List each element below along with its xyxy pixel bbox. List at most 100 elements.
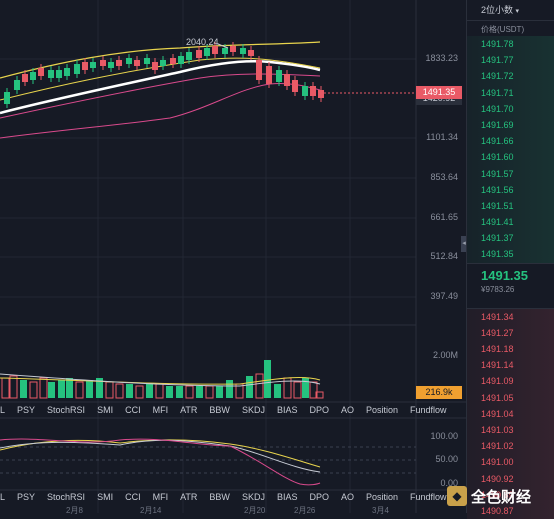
volume-bar (39, 377, 48, 399)
indicator-tab[interactable]: StochRSI (41, 403, 91, 417)
candle-body (22, 74, 28, 82)
last-price: 1491.35 (481, 267, 528, 283)
ma-pink-line (0, 83, 321, 139)
current-price-tag: 1491.35 (416, 86, 462, 99)
volume-bar (20, 380, 27, 398)
volume-bar (86, 380, 93, 398)
osc-pink-line (0, 438, 321, 486)
volume-bar (105, 381, 114, 399)
indicator-tab[interactable]: CCI (119, 403, 147, 417)
candle-body (14, 80, 20, 90)
ask-row[interactable]: 1491.00 (467, 454, 554, 471)
indicator-tab[interactable]: SMI (91, 490, 119, 504)
indicator-tab[interactable]: BIAS (271, 403, 304, 417)
bid-row[interactable]: 1491.71 (467, 84, 554, 101)
candle-body (134, 60, 140, 66)
indicator-tab[interactable]: PSY (11, 403, 41, 417)
ask-row[interactable]: 1491.02 (467, 438, 554, 455)
volume-tag: 216.9k (416, 386, 462, 399)
price-axis-label: 1833.23 (425, 53, 458, 63)
price-axis-label: 661.65 (430, 212, 458, 222)
chart-area[interactable]: 2040.24 1833.23 1101.34 853.64 661.65 51… (0, 0, 466, 515)
indicator-tab[interactable]: AO (335, 403, 360, 417)
indicator-tab[interactable]: L (0, 490, 11, 504)
candle-body (30, 72, 36, 80)
indicator-tab[interactable]: BIAS (271, 490, 304, 504)
indicator-tab[interactable]: Fundflow (404, 403, 453, 417)
bid-row[interactable]: 1491.37 (467, 230, 554, 247)
indicator-tab[interactable]: ATR (174, 403, 203, 417)
candle-body (204, 48, 210, 56)
indicator-tab[interactable]: ATR (174, 490, 203, 504)
bid-row[interactable]: 1491.77 (467, 52, 554, 69)
bid-row[interactable]: 1491.69 (467, 116, 554, 134)
last-price-cny: ¥9783.26 (481, 284, 515, 294)
volume-bar (205, 385, 214, 399)
watermark: ◆ 全色财经 (447, 484, 531, 508)
osc-yellow-line (0, 439, 321, 468)
volume-bar (9, 375, 18, 399)
indicator-tab[interactable]: MFI (147, 490, 175, 504)
bid-row[interactable]: 1491.41 (467, 214, 554, 231)
indicator-tab[interactable]: SKDJ (236, 490, 271, 504)
ask-row[interactable]: 1491.18 (467, 341, 554, 358)
bid-row[interactable]: 1491.57 (467, 165, 554, 182)
indicator-tab[interactable]: AO (335, 490, 360, 504)
indicator-tab[interactable]: Fundflow (404, 490, 453, 504)
candle-body (152, 62, 158, 70)
bid-row[interactable]: 1491.51 (467, 197, 554, 215)
indicator-tab[interactable]: SMI (91, 403, 119, 417)
ask-row[interactable]: 1491.05 (467, 389, 554, 406)
volume-bar (48, 382, 55, 398)
candle-body (178, 56, 184, 64)
candle-body (108, 62, 114, 68)
bid-row[interactable]: 1491.78 (467, 36, 554, 53)
watermark-text: 全色财经 (471, 488, 532, 506)
bid-row[interactable]: 1491.56 (467, 181, 554, 198)
volume-bar (58, 380, 65, 398)
indicator-tab[interactable]: L (0, 403, 11, 417)
indicator-tab[interactable]: CCI (119, 490, 147, 504)
indicator-tab[interactable]: SKDJ (236, 403, 271, 417)
indicator-tab[interactable]: Position (360, 490, 404, 504)
candle-body (302, 86, 308, 96)
volume-bar (166, 386, 173, 398)
ask-row[interactable]: 1491.27 (467, 324, 554, 341)
precision-select[interactable]: 2位小数 ▾ (467, 0, 554, 21)
order-book: 2位小数 ▾ 价格(USDT) 1491.78 1491.77 1491.72 149… (466, 0, 554, 519)
indicator-tab[interactable]: PSY (11, 490, 41, 504)
candlestick-chart[interactable] (0, 0, 466, 513)
volume-bar (75, 381, 84, 399)
indicator-tab[interactable]: DPO (303, 490, 335, 504)
ask-row[interactable]: 1491.09 (467, 373, 554, 390)
indicator-tab[interactable]: BBW (203, 403, 236, 417)
indicator-tabs-bottom: L PSY StochRSI SMI CCI MFI ATR BBW SKDJ BIAS DPO AO… (0, 490, 466, 504)
candle-body (100, 60, 106, 66)
bid-row[interactable]: 1491.35 (467, 246, 554, 263)
chevron-down-icon: ▾ (515, 8, 520, 15)
bid-row[interactable]: 1491.66 (467, 133, 554, 150)
candle-body (170, 58, 176, 64)
bid-row[interactable]: 1491.70 (467, 100, 554, 117)
price-axis-label: 512.84 (430, 251, 458, 261)
bid-row[interactable]: 1491.60 (467, 149, 554, 166)
indicator-tab[interactable]: MFI (147, 403, 175, 417)
ask-row[interactable]: 1491.04 (467, 405, 554, 422)
indicator-tab[interactable]: DPO (303, 403, 335, 417)
candle-body (74, 64, 80, 74)
bid-row[interactable]: 1491.72 (467, 68, 554, 85)
date-label: 2月26 (294, 506, 316, 515)
volume-bar (264, 360, 271, 398)
volume-bar (66, 378, 73, 398)
candle-body (126, 58, 132, 64)
price-axis-label: 1101.34 (426, 132, 458, 142)
ask-row[interactable]: 1491.03 (467, 421, 554, 439)
ask-row[interactable]: 1491.34 (467, 308, 554, 325)
indicator-tab[interactable]: BBW (203, 490, 236, 504)
indicator-tab[interactable]: StochRSI (41, 490, 91, 504)
last-price-block[interactable]: 1491.35 ¥9783.26 (467, 262, 554, 309)
indicator-tab[interactable]: Position (360, 403, 404, 417)
candle-body (160, 60, 166, 66)
candle-body (284, 74, 290, 86)
ask-row[interactable]: 1491.14 (467, 357, 554, 374)
